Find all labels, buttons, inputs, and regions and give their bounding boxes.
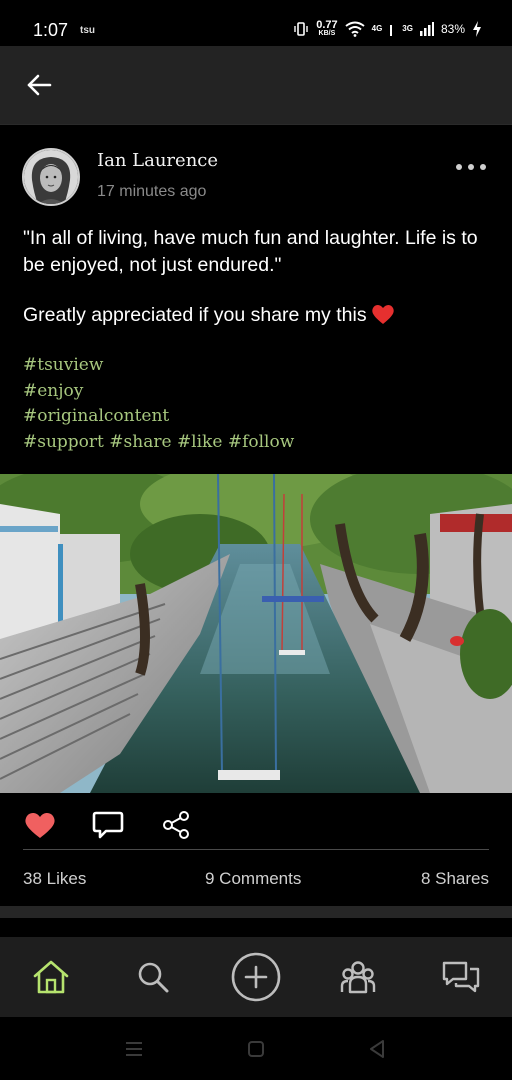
hashtag-link[interactable]: #enjoy [23, 379, 294, 405]
hashtag-link[interactable]: #share [109, 432, 171, 452]
system-navigation-bar [0, 1017, 512, 1080]
share-button[interactable] [158, 807, 194, 843]
app-header [0, 46, 512, 124]
ellipsis-icon-dot [468, 164, 474, 170]
square-icon [248, 1041, 264, 1057]
divider [23, 849, 489, 850]
heart-emoji-icon [371, 303, 395, 333]
post-time: 17 minutes ago [97, 183, 207, 200]
avatar[interactable] [22, 148, 80, 206]
post-actions [0, 807, 512, 851]
wifi-icon [345, 21, 365, 37]
post-body: "In all of living, have much fun and lau… [23, 225, 493, 356]
recent-apps-button[interactable] [122, 1037, 146, 1061]
hashtag-link[interactable]: #like [177, 432, 222, 452]
post-appeal: Greatly appreciated if you share my this [23, 304, 367, 326]
hashtag-link[interactable]: #follow [228, 432, 294, 452]
home-system-button[interactable] [244, 1037, 268, 1061]
ellipsis-icon-dot [456, 164, 462, 170]
hashtags: #tsuview #enjoy #originalcontent #suppor… [23, 353, 294, 455]
net-speed: 0.77 KB/S [316, 20, 337, 38]
network-4g: 4G [371, 24, 383, 33]
speech-bubble-icon [92, 811, 124, 839]
chat-bubbles-icon [442, 961, 480, 993]
heart-filled-icon [25, 812, 55, 838]
bottom-navigation [0, 937, 512, 1017]
nav-create-post[interactable] [231, 952, 281, 1002]
nav-home[interactable] [26, 952, 76, 1002]
people-icon [340, 961, 376, 994]
signal-4g-icon [390, 25, 393, 36]
status-bar: 1:07 tsu 0.77 KB/S 4G 3G 83% [0, 0, 512, 46]
hashtag-link[interactable]: #support [23, 432, 104, 452]
net-speed-value: 0.77 [316, 19, 338, 31]
triangle-back-icon [370, 1040, 384, 1058]
house-icon [33, 960, 69, 994]
comment-button[interactable] [90, 807, 126, 843]
nav-search[interactable] [128, 952, 178, 1002]
arrow-left-icon [27, 74, 52, 96]
plus-circle-icon [231, 952, 281, 1002]
post-card: Ian Laurence 17 minutes ago "In all of l… [0, 124, 512, 906]
charging-icon [473, 21, 481, 37]
net-speed-unit: KB/S [318, 30, 336, 37]
network-3g: 3G [402, 24, 413, 33]
back-system-button[interactable] [365, 1037, 389, 1061]
menu-lines-icon [126, 1042, 142, 1056]
nav-groups[interactable] [333, 952, 383, 1002]
status-time: 1:07 [33, 20, 69, 40]
hashtag-link[interactable]: #tsuview [23, 353, 294, 379]
hashtag-link[interactable]: #originalcontent [23, 404, 294, 430]
status-app-label: tsu [80, 25, 95, 36]
post-appeal-line: Greatly appreciated if you share my this [23, 302, 493, 333]
signal-bars-icon [419, 22, 434, 36]
magnifier-icon [138, 962, 169, 993]
like-button[interactable] [22, 807, 58, 843]
nav-messages[interactable] [436, 952, 486, 1002]
more-options-button[interactable] [456, 161, 486, 173]
comments-count[interactable]: 9 Comments [205, 869, 301, 889]
hashtag-row: #support #share #like #follow [23, 430, 294, 456]
ellipsis-icon-dot [480, 164, 486, 170]
status-icons: 0.77 KB/S 4G 3G 83% [293, 20, 482, 38]
section-separator [0, 906, 512, 918]
back-button[interactable] [22, 68, 56, 102]
vibrate-icon [294, 22, 308, 36]
share-nodes-icon [163, 811, 189, 839]
shares-count[interactable]: 8 Shares [421, 869, 489, 889]
post-quote: "In all of living, have much fun and lau… [23, 227, 478, 276]
post-photo[interactable] [0, 474, 512, 793]
battery-percent: 83% [440, 22, 465, 36]
likes-count[interactable]: 38 Likes [23, 869, 86, 889]
author-name[interactable]: Ian Laurence [97, 150, 218, 171]
post-stats: 38 Likes 9 Comments 8 Shares [0, 869, 512, 893]
